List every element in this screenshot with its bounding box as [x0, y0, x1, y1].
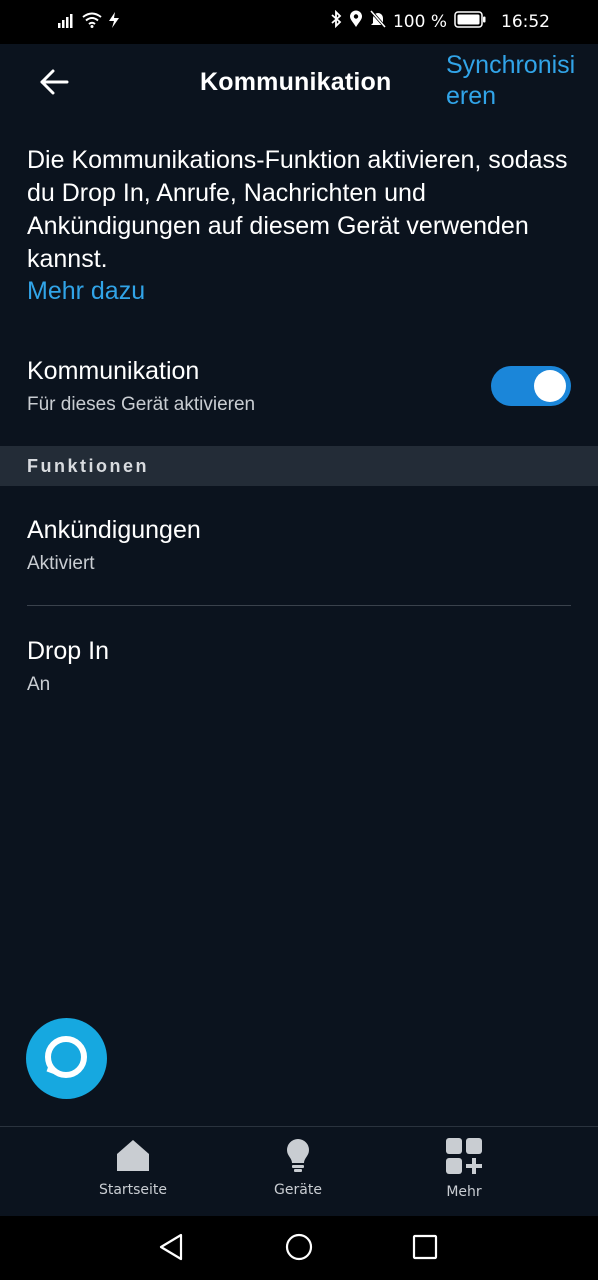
home-circle-icon[interactable] — [279, 1230, 319, 1264]
section-title: Funktionen — [27, 456, 149, 476]
status-left — [58, 12, 120, 33]
recents-square-icon[interactable] — [405, 1230, 445, 1264]
list-item-status: An — [27, 674, 51, 695]
nav-label: Startseite — [98, 1182, 168, 1198]
battery-icon — [454, 10, 486, 33]
nav-item-devices[interactable]: Geräte — [238, 1137, 358, 1198]
description-text: Die Kommunikations-Funktion aktivieren, … — [27, 146, 568, 273]
bottom-nav: Startseite Geräte Mehr — [0, 1126, 598, 1217]
toggle-knob — [534, 370, 566, 402]
communication-toggle-switch[interactable] — [491, 366, 571, 406]
bluetooth-icon — [330, 9, 342, 33]
divider — [27, 605, 571, 606]
communication-toggle-row[interactable]: Kommunikation Für dieses Gerät aktiviere… — [0, 349, 598, 439]
back-arrow-icon[interactable] — [34, 64, 74, 100]
back-triangle-icon[interactable] — [151, 1230, 191, 1264]
sync-button[interactable]: Synchronisieren — [446, 50, 586, 112]
header: Kommunikation Synchronisieren — [0, 44, 598, 120]
charging-bolt-icon — [108, 12, 120, 33]
system-nav-bar — [0, 1216, 598, 1280]
mute-bell-icon — [369, 10, 387, 33]
list-item-title: Ankündigungen — [27, 516, 201, 544]
nav-label: Geräte — [274, 1182, 322, 1198]
communication-toggle-subtitle: Für dieses Gerät aktivieren — [27, 394, 256, 415]
wifi-icon — [82, 12, 102, 33]
app-screen: Kommunikation Synchronisieren Die Kommun… — [0, 44, 598, 1126]
signal-icon — [58, 12, 76, 33]
nav-item-more[interactable]: Mehr — [404, 1137, 524, 1200]
home-icon — [115, 1140, 151, 1177]
location-icon — [349, 10, 363, 33]
learn-more-link[interactable]: Mehr dazu — [27, 277, 145, 306]
status-right: 100 % 16:52 — [330, 9, 550, 33]
communication-toggle-title: Kommunikation — [27, 357, 200, 385]
battery-percent: 100 % — [392, 11, 447, 32]
page-title: Kommunikation — [200, 68, 392, 96]
list-item-announcements[interactable]: Ankündigungen Aktiviert — [0, 496, 598, 606]
nav-label: Mehr — [446, 1184, 482, 1200]
list-item-title: Drop In — [27, 637, 109, 665]
nav-item-home[interactable]: Startseite — [73, 1137, 193, 1198]
alexa-button[interactable] — [26, 1018, 107, 1099]
lightbulb-icon — [280, 1139, 316, 1177]
list-item-drop-in[interactable]: Drop In An — [0, 617, 598, 727]
list-item-status: Aktiviert — [27, 553, 95, 574]
section-header-functions: Funktionen — [0, 446, 598, 486]
status-bar: 100 % 16:52 — [0, 0, 598, 44]
clock: 16:52 — [501, 11, 550, 32]
grid-plus-icon — [445, 1138, 483, 1179]
